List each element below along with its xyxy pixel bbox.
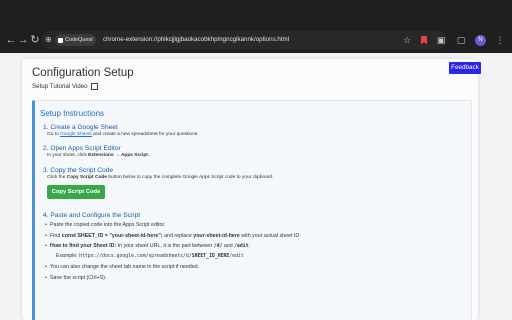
tutorial-link[interactable]: Setup Tutorial Video (32, 83, 98, 90)
list-item: Find const SHEET_ID = "your-sheet-id-her… (45, 233, 301, 239)
step-3-text-b: button below to copy the complete Google… (106, 175, 274, 180)
google-sheets-link[interactable]: Google Sheets (60, 132, 92, 137)
menu-icon[interactable]: ⋮ (494, 34, 506, 46)
feedback-button[interactable]: Feedback (449, 62, 481, 74)
extensions-icon[interactable]: ▣ (435, 34, 447, 46)
side-panel-icon[interactable]: ▢ (455, 34, 467, 46)
step-1-description: Go to Google Sheets and create a new spr… (47, 132, 199, 137)
step-3-description: Click the Copy Script Code button below … (47, 175, 273, 180)
step-2-text-b: . (147, 153, 150, 158)
toolbar-actions: ☆ ▣ ▢ N ⋮ (401, 31, 506, 49)
profile-avatar[interactable]: N (475, 34, 486, 46)
list-item: You can also change the sheet tab name i… (45, 264, 199, 270)
step-1-text-a: Go to (47, 132, 61, 137)
browser-toolbar: ← → ↻ ⊕ CodeQuest chrome-extension://phl… (0, 0, 512, 49)
code-snippet: const SHEET_ID = "your-sheet-id-here"; (61, 233, 163, 239)
bookmark-extension-icon[interactable] (421, 35, 427, 45)
step-2-heading: 2. Open Apps Script Editor (43, 145, 121, 152)
list-text: and (222, 243, 235, 249)
code-snippet: /edit (229, 254, 244, 259)
star-icon[interactable]: ☆ (401, 34, 413, 46)
extension-logo-icon (58, 37, 63, 43)
step-2-description: In your sheet, click Extensions → Apps S… (47, 153, 149, 158)
site-info-icon[interactable]: ⊕ (45, 35, 54, 45)
step-4-heading: 4. Paste and Configure the Script (43, 212, 141, 219)
code-snippet: /edit (234, 244, 249, 249)
tutorial-link-label[interactable]: Setup Tutorial Video (32, 83, 88, 90)
list-text: In your sheet URL, it is the part betwee… (116, 243, 214, 249)
reload-icon[interactable]: ↻ (28, 33, 42, 47)
address-bar[interactable]: ⊕ CodeQuest chrome-extension://phlkcjjlg… (41, 31, 447, 49)
example-label: Example: (56, 253, 80, 259)
url-text[interactable]: chrome-extension://phlkcjjlgjbaokacobkhp… (103, 31, 289, 49)
code-snippet: https://docs.google.com/spreadsheets/d/ (79, 254, 192, 259)
copy-script-button[interactable]: Copy Script Code (47, 185, 105, 199)
list-text: with your actual sheet ID. (239, 233, 301, 239)
list-item: Save the script (Ctrl+S). (45, 275, 106, 281)
step-2-text-bold: Extensions → Apps Script (88, 153, 148, 158)
extension-chip: CodeQuest (55, 34, 96, 46)
step-1-heading: 1. Create a Google Sheet (43, 124, 118, 131)
external-link-icon[interactable] (90, 83, 98, 90)
list-text-bold: your-sheet-id-here (193, 233, 240, 239)
instructions-title: Setup Instructions (40, 109, 105, 118)
step-3-heading: 3. Copy the Script Code (43, 167, 114, 174)
list-text: and replace (162, 233, 194, 239)
page-title: Configuration Setup (32, 67, 134, 79)
list-item: How to find your Sheet ID: In your sheet… (45, 243, 251, 249)
example-line: Example: https://docs.google.com/spreads… (56, 253, 244, 259)
step-1-text-b: and create a new spreadsheet for your qu… (91, 132, 199, 137)
list-text: . (248, 243, 251, 249)
step-2-text-a: In your sheet, click (47, 153, 89, 158)
step-3-text-bold: Copy Script Code (66, 175, 107, 180)
list-text: Find (50, 233, 62, 239)
list-text-bold: How to find your Sheet ID: (50, 243, 117, 249)
list-item: Paste the copied code into the Apps Scri… (45, 222, 165, 228)
extension-chip-label: CodeQuest (65, 37, 93, 43)
step-3-text-a: Click the (47, 175, 67, 180)
code-snippet-bold: SHEET_ID_HERE (191, 254, 230, 259)
